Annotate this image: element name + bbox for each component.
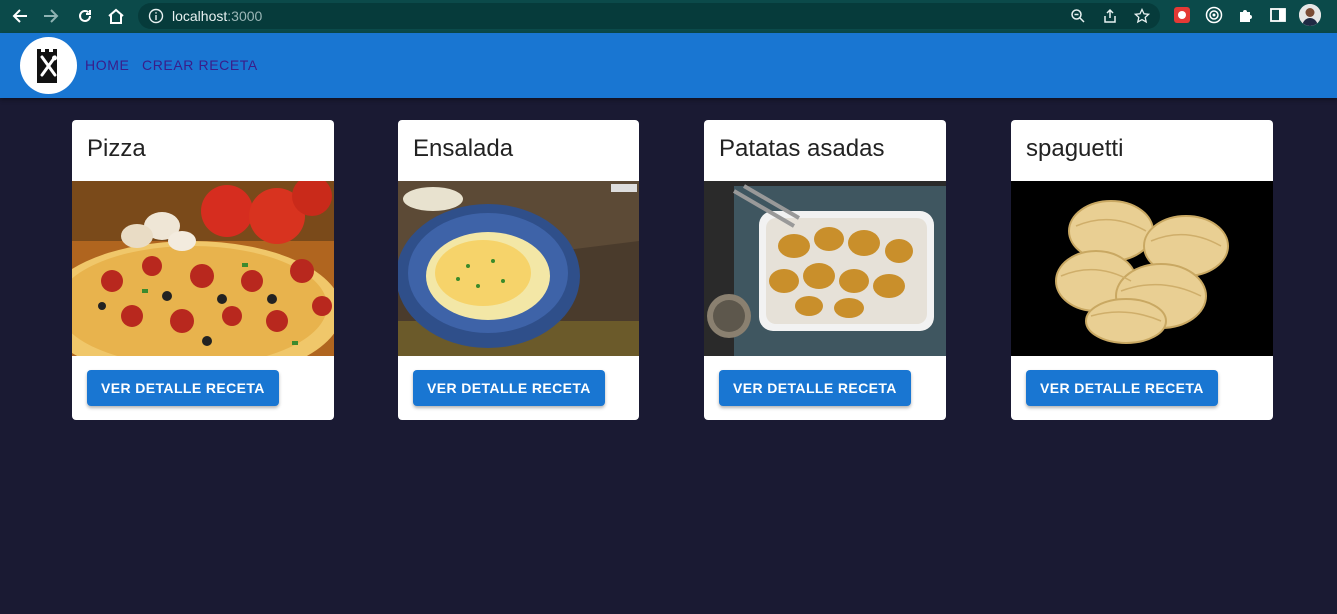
zoom-icon[interactable] — [1070, 8, 1086, 24]
url-host: localhost — [172, 8, 228, 24]
side-panel-icon[interactable] — [1269, 6, 1287, 24]
bookmark-star-icon[interactable] — [1133, 7, 1151, 24]
view-recipe-detail-button[interactable]: VER DETALLE RECETA — [87, 370, 279, 406]
recipe-image-patatas-asadas — [704, 181, 946, 356]
extensions-puzzle-icon[interactable] — [1237, 6, 1255, 24]
recipe-card: spaguetti VER DETALLE RECETA — [1011, 120, 1273, 420]
recipe-card: Ensalada VER DETALLE RECETA — [398, 120, 639, 420]
extension-target-icon[interactable] — [1205, 6, 1223, 24]
extension-red-icon[interactable] — [1173, 6, 1191, 24]
profile-avatar[interactable] — [1299, 4, 1321, 26]
recipe-image-spaguetti — [1011, 181, 1273, 356]
site-info-icon[interactable] — [148, 8, 164, 29]
address-bar[interactable]: localhost:3000 — [138, 3, 1160, 29]
recipe-title: Pizza — [87, 135, 146, 162]
recipe-logo-icon[interactable] — [20, 37, 77, 94]
recipe-title: Patatas asadas — [719, 135, 885, 162]
forward-icon[interactable] — [40, 5, 62, 27]
view-recipe-detail-button[interactable]: VER DETALLE RECETA — [719, 370, 911, 406]
app-bar: HOME CREAR RECETA — [0, 33, 1337, 98]
nav-create-recipe-link[interactable]: CREAR RECETA — [142, 57, 258, 73]
recipe-image-ensalada — [398, 181, 639, 356]
recipe-image-pizza — [72, 176, 334, 381]
home-icon[interactable] — [105, 5, 127, 27]
recipe-card: Patatas asadas VER DETALLE RECETA — [704, 120, 946, 420]
url-text: localhost:3000 — [172, 8, 262, 24]
recipe-card: Pizza VER DETALLE RECETA — [72, 120, 334, 420]
view-recipe-detail-button[interactable]: VER DETALLE RECETA — [413, 370, 605, 406]
url-port: :3000 — [227, 8, 263, 24]
view-recipe-detail-button[interactable]: VER DETALLE RECETA — [1026, 370, 1218, 406]
browser-toolbar: localhost:3000 — [0, 0, 1337, 33]
share-icon[interactable] — [1102, 8, 1118, 24]
back-icon[interactable] — [9, 5, 31, 27]
recipe-title: Ensalada — [413, 135, 514, 162]
nav-home-link[interactable]: HOME — [85, 57, 129, 73]
recipe-title: spaguetti — [1026, 135, 1124, 162]
reload-icon[interactable] — [74, 5, 96, 27]
